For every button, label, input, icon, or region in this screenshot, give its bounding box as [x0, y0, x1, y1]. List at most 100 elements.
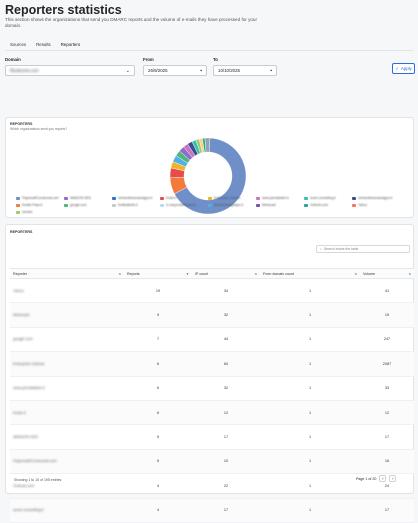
chevron-down-icon: ⌄: [125, 67, 130, 74]
legend-label: AMAZON SES: [70, 196, 91, 200]
calendar-icon[interactable]: ▪: [270, 68, 272, 74]
legend-item[interactable]: cbroker: [16, 210, 64, 214]
next-page-button[interactable]: ›: [389, 475, 397, 482]
reporter-cell: AMAZON SES: [13, 435, 38, 440]
to-date-input[interactable]: 10/10/2025 ▪: [213, 65, 277, 76]
table-row[interactable]: FiapersaifCrovaronat.com 5 10 1 16: [10, 449, 414, 475]
table-row[interactable]: Enterprise Outlook 6 60 1 2087: [10, 352, 414, 377]
legend-label: google.com: [70, 203, 87, 207]
table-row[interactable]: soum consulting.it 4 17 1 17: [10, 498, 414, 523]
legend-item[interactable]: fibroshintadigitalpe.it: [208, 203, 256, 207]
reports-cell: 4: [156, 483, 160, 488]
legend-swatch: [160, 196, 164, 200]
volume-cell: 17: [384, 508, 390, 513]
legend-label: cbroker: [22, 210, 33, 214]
legend-item[interactable]: Emailc Pase.it: [16, 203, 64, 207]
table-row[interactable]: Mimecast 9 32 1 15: [10, 303, 414, 328]
table-row[interactable]: Outlook.com 4 22 1 24: [10, 474, 414, 499]
legend-item[interactable]: Yahoo: [352, 203, 400, 207]
reports-cell: 6: [156, 386, 160, 391]
legend-item[interactable]: google.com: [64, 203, 112, 207]
legend-item[interactable]: Enterprise Outlook: [208, 196, 256, 200]
legend-item[interactable]: www.psmdatabin.it: [256, 196, 304, 200]
apply-button[interactable]: ✓ Apply: [392, 63, 415, 74]
legend-label: fibroshintadigitalpe.it: [214, 203, 244, 207]
page-indicator: Page 1 of 20: [356, 476, 377, 481]
calendar-icon[interactable]: ▪: [200, 68, 202, 74]
search-icon: ⌕: [320, 247, 322, 251]
legend-item[interactable]: FiapersaifCrovaronat.com: [16, 196, 64, 200]
table-search-input[interactable]: ⌕ Search inside the table: [316, 245, 410, 253]
col-from-domain-count[interactable]: From domain count ⇅: [260, 272, 360, 276]
ip-count-cell: 10: [223, 459, 229, 464]
sort-icon: ⇅: [254, 271, 257, 276]
col-reports[interactable]: Reports ▼: [124, 272, 192, 276]
reporter-cell: Enterprise Outlook: [13, 361, 45, 366]
legend-item[interactable]: Mimecast: [256, 203, 304, 207]
reports-cell: 5: [156, 435, 160, 440]
table-row[interactable]: AMAZON SES 5 17 1 17: [10, 425, 414, 450]
table-row[interactable]: google.com 7 44 1 247: [10, 328, 414, 353]
legend-item[interactable]: Kodio.it: [160, 196, 208, 200]
table-row[interactable]: Kodio.it 6 12 1 12: [10, 400, 414, 426]
chart-card-subtitle: Which organizations send you reports?: [10, 127, 67, 131]
legend-item[interactable]: Outlook.com: [304, 203, 352, 207]
prev-page-button[interactable]: ‹: [379, 475, 387, 482]
from-domain-count-cell: 1: [308, 435, 312, 440]
table-body: Yahoo 19 34 1 41 Mimecast 9 32 1 15 google.com 7 44 1…: [10, 279, 414, 523]
sort-icon: ⇅: [408, 271, 411, 276]
from-domain-count-cell: 1: [308, 288, 312, 293]
volume-cell: 24: [384, 483, 390, 488]
reports-cell: 9: [156, 313, 160, 318]
legend-label: ru.respondistributor.it: [166, 203, 196, 207]
legend-swatch: [64, 203, 68, 207]
legend-swatch: [112, 196, 116, 200]
legend-swatch: [16, 210, 20, 214]
page-subtitle: This section shows the organizations tha…: [5, 17, 258, 28]
tab-divider: [5, 50, 413, 51]
domain-value: fibralsoria.com: [10, 68, 39, 73]
table-row[interactable]: www.psmdatabin.it 6 32 1 33: [10, 377, 414, 401]
ip-count-cell: 17: [223, 435, 229, 440]
to-label: To: [213, 57, 218, 62]
legend-item[interactable]: soum consulting.it: [304, 196, 352, 200]
domain-select[interactable]: fibralsoria.com ⌄: [5, 65, 135, 76]
table-card-title: REPORTERS: [10, 230, 33, 234]
table-row[interactable]: Yahoo 19 34 1 41: [10, 279, 414, 304]
page-title: Reporters statistics: [5, 3, 122, 17]
reporter-cell: Kodio.it: [13, 410, 26, 415]
legend-item[interactable]: AMAZON SES: [64, 196, 112, 200]
chart-card: REPORTERS Which organizations send you r…: [5, 117, 414, 218]
legend-swatch: [64, 196, 68, 200]
legend-label: FiapersaifCrovaronat.com: [22, 196, 59, 200]
reports-cell: 19: [155, 288, 161, 293]
chart-legend: FiapersaifCrovaronat.com AMAZON SES verban…: [16, 196, 400, 214]
sort-icon: ⇅: [118, 271, 121, 276]
check-icon: ✓: [395, 65, 399, 71]
table-card: REPORTERS ⌕ Search inside the table Repo…: [5, 224, 414, 523]
from-date-input[interactable]: 26/9/2025 ▪: [143, 65, 207, 76]
reporter-cell: FiapersaifCrovaronat.com: [13, 459, 57, 464]
legend-swatch: [352, 196, 356, 200]
col-ip-count[interactable]: IP count ⇅: [192, 272, 260, 276]
volume-cell: 33: [384, 386, 390, 391]
sort-desc-icon: ▼: [186, 271, 189, 276]
from-domain-count-cell: 1: [308, 337, 312, 342]
from-domain-count-cell: 1: [308, 313, 312, 318]
legend-item[interactable]: ru.respondistributor.it: [160, 203, 208, 207]
legend-label: Outlook.com: [310, 203, 328, 207]
ip-count-cell: 32: [223, 313, 229, 318]
legend-item[interactable]: fontibalbutic.it: [112, 203, 160, 207]
volume-cell: 41: [384, 288, 390, 293]
volume-cell: 15: [384, 313, 390, 318]
col-reporter[interactable]: Reporter ⇅: [10, 272, 124, 276]
legend-label: soum consulting.it: [310, 196, 336, 200]
legend-item[interactable]: verbandtravenanaigue.it: [112, 196, 160, 200]
legend-swatch: [304, 196, 308, 200]
col-volume[interactable]: Volume ⇅: [360, 272, 414, 276]
legend-label: verbandtravenanaigue.it: [118, 196, 153, 200]
reports-cell: 5: [156, 459, 160, 464]
reporter-cell: Yahoo: [13, 288, 24, 293]
legend-swatch: [352, 203, 356, 207]
legend-item[interactable]: verbandtravenanaigue.it: [352, 196, 400, 200]
